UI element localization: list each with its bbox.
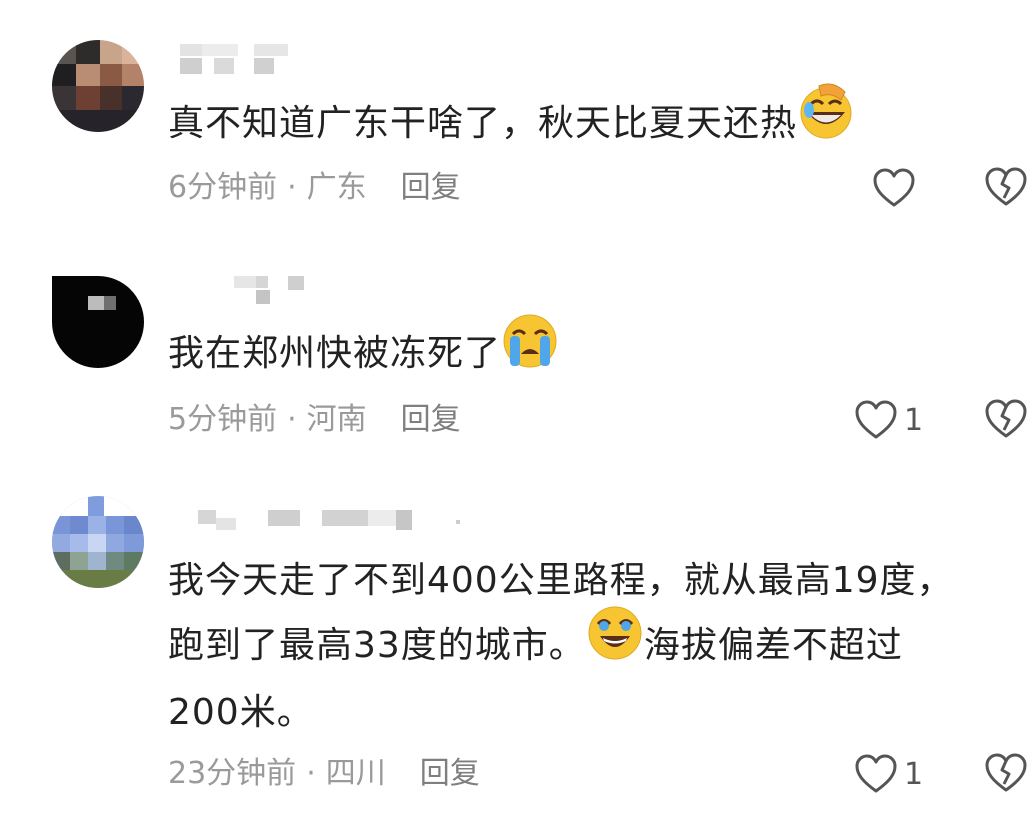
broken-heart-icon [984, 398, 1028, 440]
meta-separator: · [287, 402, 297, 437]
meta-separator: · [306, 756, 316, 791]
heart-outline-icon [872, 167, 916, 209]
comment-text-segment: 跑到了最高33度的城市。 [168, 625, 586, 666]
comment-text-line: 我今天走了不到400公里路程，就从最高19度， [168, 560, 954, 601]
comment-text-segment: 海拔偏差不超过 [643, 625, 903, 666]
comment-meta: 23分钟前 · 四川 回复 [168, 754, 480, 794]
avatar[interactable] [52, 276, 144, 368]
meta-separator: · [287, 170, 297, 205]
username-blurred[interactable] [168, 276, 468, 306]
like-count: 1 [904, 402, 924, 438]
avatar[interactable] [52, 496, 144, 588]
broken-heart-icon [984, 166, 1028, 208]
like-button[interactable] [872, 166, 922, 210]
comment-location: 河南 [306, 402, 367, 437]
comment-meta: 6分钟前 · 广东 回复 [168, 168, 461, 208]
comment-text: 我今天走了不到400公里路程，就从最高19度， 跑到了最高33度的城市。 海拔偏… [168, 550, 1028, 744]
comment-time: 23分钟前 [168, 756, 297, 791]
comment-text: 真不知道广东干啥了，秋天比夏天还热 [168, 83, 1028, 160]
comment-text-content: 真不知道广东干啥了，秋天比夏天还热 [168, 103, 798, 144]
username-blurred[interactable] [168, 44, 468, 74]
dislike-button[interactable] [984, 752, 1028, 796]
face-with-hand-over-mouth-laughing-icon [797, 82, 855, 160]
comment-item: 我在郑州快被冻死了 5分钟前 · 河南 回复 1 [0, 240, 1033, 470]
comment-text-line: 跑到了最高33度的城市。 海拔偏差不超过 [168, 606, 1028, 682]
loudly-crying-face-icon [501, 312, 559, 390]
tears-of-joy-face-icon [586, 604, 644, 682]
dislike-button[interactable] [984, 398, 1028, 442]
like-button[interactable]: 1 [854, 752, 923, 796]
heart-outline-icon [854, 753, 898, 795]
reply-button[interactable]: 回复 [401, 170, 461, 205]
reply-button[interactable]: 回复 [420, 756, 480, 791]
comment-item: 真不知道广东干啥了，秋天比夏天还热 6分钟前 · 广东 回复 [0, 0, 1033, 240]
comment-item: 我今天走了不到400公里路程，就从最高19度， 跑到了最高33度的城市。 海拔偏… [0, 470, 1033, 823]
comment-location: 四川 [325, 756, 386, 791]
comment-time: 5分钟前 [168, 402, 278, 437]
dislike-button[interactable] [984, 166, 1028, 210]
like-count: 1 [904, 756, 924, 792]
comment-location: 广东 [306, 170, 367, 205]
comment-text-line: 200米。 [168, 692, 314, 733]
avatar[interactable] [52, 40, 144, 132]
comment-text: 我在郑州快被冻死了 [168, 314, 1028, 390]
heart-outline-icon [854, 399, 898, 441]
comment-meta: 5分钟前 · 河南 回复 [168, 400, 461, 440]
username-blurred[interactable] [168, 510, 468, 540]
like-button[interactable]: 1 [854, 398, 923, 442]
comment-time: 6分钟前 [168, 170, 278, 205]
comment-text-content: 我在郑州快被冻死了 [168, 333, 502, 374]
broken-heart-icon [984, 752, 1028, 794]
reply-button[interactable]: 回复 [401, 402, 461, 437]
